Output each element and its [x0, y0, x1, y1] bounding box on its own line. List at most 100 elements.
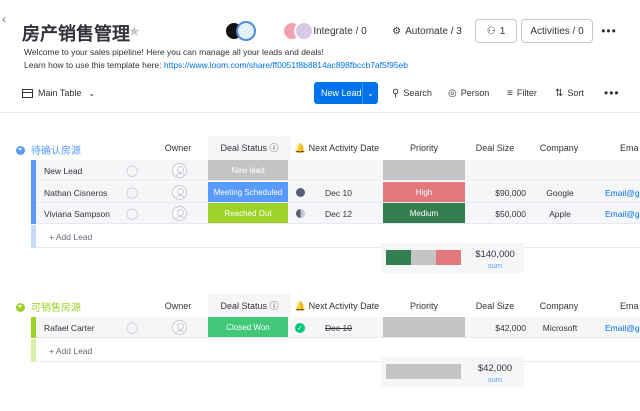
info-icon[interactable]: ⓘ: [270, 301, 279, 311]
table-icon: [22, 88, 33, 98]
column-header-deal-size[interactable]: Deal Size: [470, 301, 520, 311]
priority-cell[interactable]: [383, 160, 465, 180]
search-icon: ⚲: [392, 87, 400, 99]
integrate-button[interactable]: Integrate / 0: [302, 19, 378, 43]
deal-status-header-label: Deal Status: [220, 301, 267, 311]
company-cell[interactable]: Apple: [531, 203, 589, 224]
search-button[interactable]: ⚲ Search: [392, 82, 432, 104]
chevron-down-icon: ⌄: [88, 88, 96, 98]
info-icon[interactable]: ⓘ: [270, 143, 279, 153]
deal-size-cell[interactable]: $50,000: [476, 203, 526, 224]
board-members[interactable]: [224, 21, 314, 43]
owner-cell[interactable]: [171, 203, 187, 224]
column-header-email[interactable]: Ema: [620, 301, 640, 311]
item-name[interactable]: Viviana Sampson: [44, 203, 110, 224]
add-lead-label[interactable]: + Add Lead: [49, 225, 92, 248]
item-name[interactable]: New Lead: [44, 160, 82, 181]
activities-button[interactable]: Activities / 0: [521, 19, 593, 43]
sort-icon: ⇅: [555, 87, 564, 99]
deal-status-cell[interactable]: New lead: [208, 160, 288, 180]
sum-label: sum: [487, 375, 503, 384]
table-row[interactable]: Rafael Carter ◯ Closed Won ✓ Dec 10 $42,…: [31, 317, 640, 338]
main-table-view-selector[interactable]: Main Table ⌄: [22, 82, 95, 104]
search-label: Search: [403, 88, 432, 98]
back-chevron-icon[interactable]: ‹: [2, 12, 6, 26]
deal-size-sum: $42,000: [477, 363, 513, 374]
item-name[interactable]: Rafael Carter: [44, 317, 95, 338]
group-title[interactable]: 可销售房源: [16, 299, 81, 314]
column-header-company[interactable]: Company: [530, 143, 588, 153]
robot-icon: ⚙: [392, 25, 402, 37]
favorite-star-icon[interactable]: ★: [128, 23, 141, 40]
invite-members-button[interactable]: ⚇ 1: [475, 19, 517, 43]
deal-status-cell[interactable]: Reached Out: [208, 203, 288, 223]
update-bubble-icon[interactable]: ◯: [126, 317, 138, 338]
priority-cell[interactable]: [383, 317, 465, 337]
column-header-next-activity[interactable]: 🔔 Next Activity Date: [294, 301, 380, 312]
column-header-owner[interactable]: Owner: [158, 301, 198, 311]
column-header-deal-status[interactable]: Deal Status ⓘ: [208, 136, 291, 160]
next-activity-date[interactable]: Dec 12: [316, 203, 361, 224]
update-bubble-icon[interactable]: ◯: [126, 160, 138, 181]
person-icon: ◎: [448, 87, 457, 99]
more-options-icon[interactable]: •••: [604, 82, 620, 104]
column-header-company[interactable]: Company: [530, 301, 588, 311]
deal-size-cell[interactable]: $90,000: [476, 182, 526, 203]
filter-button[interactable]: ≡ Filter: [507, 82, 537, 104]
filter-icon: ≡: [507, 87, 513, 99]
update-bubble-icon[interactable]: ◯: [126, 182, 138, 203]
table-row[interactable]: Nathan Cisneros ◯ Meeting Scheduled Dec …: [31, 182, 640, 203]
deal-status-cell[interactable]: Meeting Scheduled: [208, 182, 288, 202]
board-toolbar: Main Table ⌄ New Lead ⌄ ⚲ Search ◎ Person …: [0, 82, 640, 104]
table-row[interactable]: New Lead ◯ New lead: [31, 160, 640, 181]
add-item-row[interactable]: + Add Lead: [31, 225, 640, 248]
deal-size-cell[interactable]: $42,000: [476, 317, 526, 338]
email-cell[interactable]: Email@gm: [605, 203, 640, 224]
column-header-deal-size[interactable]: Deal Size: [470, 143, 520, 153]
board-title[interactable]: 房产销售管理: [22, 20, 130, 46]
progress-half-icon: [295, 209, 305, 218]
new-lead-button[interactable]: New Lead ⌄: [314, 82, 378, 104]
company-cell[interactable]: Google: [531, 182, 589, 203]
sort-button[interactable]: ⇅ Sort: [555, 82, 584, 104]
priority-cell[interactable]: Medium: [383, 203, 465, 223]
add-lead-label[interactable]: + Add Lead: [49, 339, 92, 362]
more-options-icon[interactable]: •••: [598, 19, 620, 43]
chevron-down-icon[interactable]: ⌄: [362, 82, 378, 104]
progress-moon-icon: [295, 188, 305, 197]
group-collapse-icon[interactable]: [16, 146, 25, 155]
column-header-deal-status[interactable]: Deal Status ⓘ: [208, 294, 291, 318]
next-activity-date[interactable]: Dec 10: [316, 317, 361, 338]
owner-cell[interactable]: [171, 160, 187, 181]
person-label: Person: [460, 88, 490, 98]
tutorial-link[interactable]: https://www.loom.com/share/ff0051f8b8814…: [164, 60, 408, 70]
priority-summary-bar[interactable]: [386, 250, 461, 265]
person-placeholder-icon: [171, 163, 187, 178]
column-header-owner[interactable]: Owner: [158, 143, 198, 153]
automate-button[interactable]: ⚙ Automate / 3: [384, 19, 470, 43]
deal-status-cell[interactable]: Closed Won: [208, 317, 288, 337]
person-filter-button[interactable]: ◎ Person: [448, 82, 489, 104]
column-header-priority[interactable]: Priority: [396, 301, 452, 311]
priority-summary-segment: [436, 250, 461, 265]
members-count: 1: [499, 25, 506, 37]
group-collapse-icon[interactable]: [16, 303, 25, 312]
table-row[interactable]: Viviana Sampson ◯ Reached Out Dec 12 Med…: [31, 203, 640, 224]
owner-cell[interactable]: [171, 317, 187, 338]
owner-cell[interactable]: [171, 182, 187, 203]
group-title[interactable]: 待确认房源: [16, 142, 81, 157]
add-item-row[interactable]: + Add Lead: [31, 339, 640, 362]
automate-label: Automate / 3: [405, 25, 462, 37]
priority-summary-segment: [386, 250, 411, 265]
company-cell[interactable]: Microsoft: [531, 317, 589, 338]
next-activity-date[interactable]: Dec 10: [316, 182, 361, 203]
update-bubble-icon[interactable]: ◯: [126, 203, 138, 224]
item-name[interactable]: Nathan Cisneros: [44, 182, 107, 203]
priority-summary-bar[interactable]: [386, 364, 461, 379]
email-cell[interactable]: Email@gm: [605, 182, 640, 203]
column-header-next-activity[interactable]: 🔔 Next Activity Date: [294, 143, 380, 154]
column-header-priority[interactable]: Priority: [396, 143, 452, 153]
column-header-email[interactable]: Ema: [620, 143, 640, 153]
priority-cell[interactable]: High: [383, 182, 465, 202]
email-cell[interactable]: Email@gm: [605, 317, 640, 338]
